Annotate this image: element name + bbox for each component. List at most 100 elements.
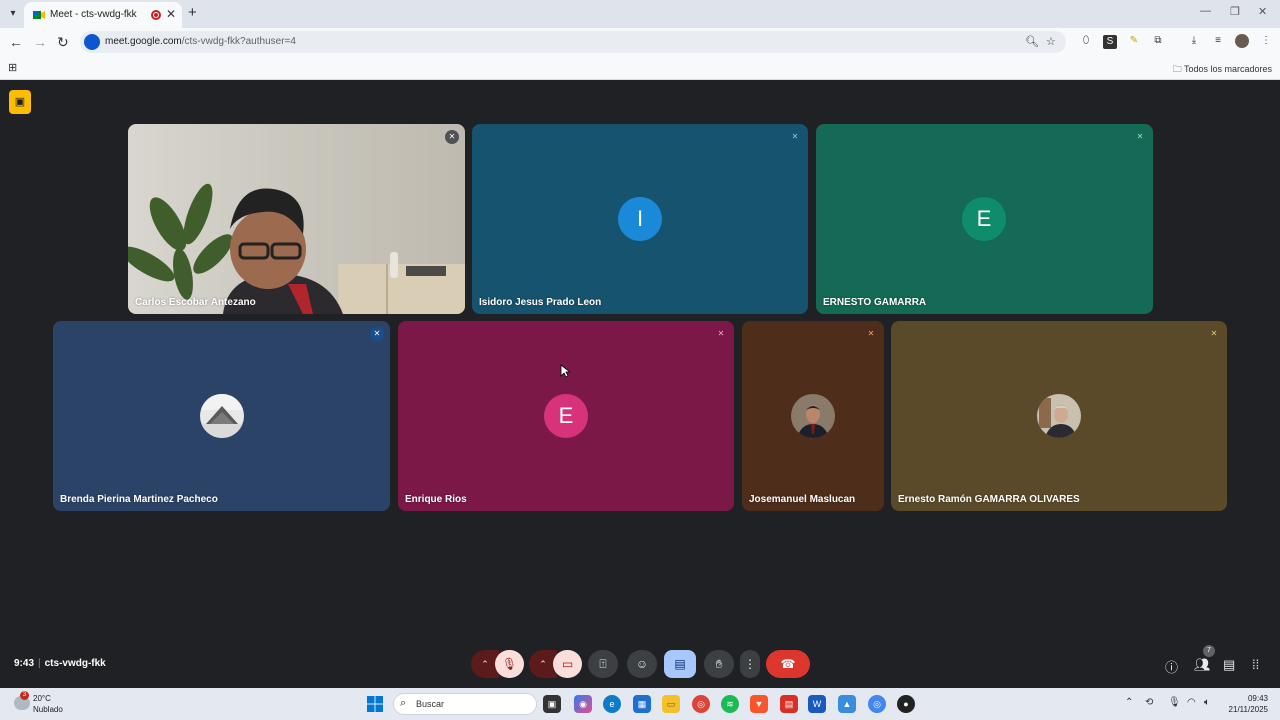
leave-call-button[interactable]: ☎ <box>766 650 810 678</box>
url-text: meet.google.com/cts-vwdg-fkk?authuser=4 <box>105 36 296 47</box>
all-bookmarks-button[interactable]: 🗀 Todos los marcadores <box>1173 62 1272 78</box>
windows-start-icon[interactable] <box>367 696 383 712</box>
participant-tile-enrique[interactable]: ✕ E Enrique Rios <box>398 321 734 511</box>
sync-icon[interactable]: ⟲ <box>1145 697 1153 708</box>
taskbar-search-box[interactable]: ⌕ Buscar <box>393 693 537 715</box>
presentation-notice-icon[interactable]: ▣ <box>9 90 31 114</box>
weather-temperature[interactable]: 20°C <box>33 694 51 703</box>
toolbar: ← → ↻ meet.google.com/cts-vwdg-fkk?authu… <box>0 28 1280 56</box>
recording-indicator-icon <box>151 10 161 20</box>
media-controls-icon[interactable]: ≡ <box>1211 34 1225 48</box>
back-button[interactable]: ← <box>9 34 23 50</box>
obs-icon[interactable]: ● <box>897 695 915 713</box>
site-info-icon[interactable] <box>84 34 100 50</box>
brave-icon[interactable]: ▼ <box>750 695 768 713</box>
chrome-icon[interactable]: ◎ <box>692 695 710 713</box>
muted-mic-icon: ✕ <box>445 130 459 144</box>
bookmark-star-icon[interactable]: ☆ <box>1046 35 1056 48</box>
minimize-button[interactable]: — <box>1200 5 1211 17</box>
mouse-cursor-icon <box>560 364 570 378</box>
more-options-button[interactable]: ⋮ <box>740 650 760 678</box>
muted-mic-icon: ✕ <box>1210 329 1218 338</box>
microphone-tray-icon[interactable]: 🎙︎ <box>1168 697 1181 708</box>
extension-icon[interactable]: ⬯ <box>1079 34 1093 48</box>
apps-grid-icon[interactable]: ⊞ <box>8 61 17 74</box>
call-controls-bar: 9:43 | cts-vwdg-fkk ⌃ 🎙︎ ⌃ ▭ ⍐ ☺ ▤ ✋︎ ⋮ ☎ … <box>0 640 1280 688</box>
microphone-toggle-button[interactable]: 🎙︎ <box>495 650 524 678</box>
raise-hand-button[interactable]: ✋︎ <box>704 650 734 678</box>
address-bar[interactable]: meet.google.com/cts-vwdg-fkk?authuser=4 … <box>80 31 1066 53</box>
participant-tile-josemanuel[interactable]: ✕ Josemanuel Maslucan <box>742 321 884 511</box>
meet-stage: ▣ ✕ Carlos Escobar Antezano ✕ I Isidoro … <box>0 81 1280 688</box>
close-tab-icon[interactable]: ✕ <box>166 7 176 21</box>
menu-kebab-icon[interactable]: ⋮ <box>1259 34 1273 48</box>
people-count-badge: 7 <box>1203 645 1215 657</box>
avatar: I <box>618 197 662 241</box>
wifi-icon[interactable]: ◠ <box>1187 697 1196 708</box>
tray-overflow-chevron-icon[interactable]: ⌃ <box>1125 697 1133 708</box>
tab-search-icon[interactable]: ▾ <box>4 5 22 23</box>
profile-avatar[interactable] <box>1235 34 1249 48</box>
download-icon[interactable]: ⤓ <box>1187 34 1201 48</box>
captions-button[interactable]: ▤ <box>664 650 696 678</box>
search-placeholder: Buscar <box>416 699 445 709</box>
spotify-icon[interactable]: ≋ <box>721 695 739 713</box>
calculator-icon[interactable]: ▦ <box>633 695 651 713</box>
avatar <box>791 394 835 438</box>
participant-name: Carlos Escobar Antezano <box>135 297 256 308</box>
participant-name: Josemanuel Maslucan <box>749 494 856 505</box>
participant-name: ERNESTO GAMARRA <box>823 297 927 308</box>
avatar <box>1037 394 1081 438</box>
meeting-details-icon[interactable]: ⓘ <box>1165 657 1178 676</box>
forward-button[interactable]: → <box>33 34 47 50</box>
highlighter-extension-icon[interactable]: ✎ <box>1127 34 1141 48</box>
zoom-icon[interactable]: 🔍︎ <box>1025 35 1039 48</box>
chrome-profile-icon[interactable]: ◎ <box>868 695 886 713</box>
windows-taskbar: 3 20°C Nublado ⌕ Buscar ▣ ◉ e ▦ ▭ ◎ ≋ ▼ … <box>0 688 1280 720</box>
participant-tile-ernesto-ramon[interactable]: ✕ Ernesto Ramón GAMARRA OLIVARES <box>891 321 1227 511</box>
meeting-info-label: 9:43 | cts-vwdg-fkk <box>14 658 106 669</box>
reload-button[interactable]: ↻ <box>57 34 69 51</box>
muted-mic-icon: ✕ <box>717 329 725 338</box>
close-window-button[interactable]: ✕ <box>1258 5 1267 18</box>
participant-name: Brenda Pierina Martinez Pacheco <box>60 494 218 505</box>
word-icon[interactable]: W <box>808 695 826 713</box>
tab-title: Meet - cts-vwdg-fkk <box>50 9 137 20</box>
meeting-time: 9:43 <box>14 658 35 669</box>
participant-name: Enrique Rios <box>405 494 467 505</box>
people-icon[interactable]: 👥︎ <box>1194 657 1211 673</box>
participant-name: Isidoro Jesus Prado Leon <box>479 297 602 308</box>
browser-tab[interactable]: Meet - cts-vwdg-fkk ✕ <box>24 2 182 28</box>
camera-toggle-button[interactable]: ▭ <box>553 650 582 678</box>
volume-muted-icon[interactable]: 🔈︎ <box>1204 697 1210 708</box>
new-tab-button[interactable]: + <box>188 4 197 21</box>
chat-icon[interactable]: ▤ <box>1223 657 1235 673</box>
extensions-puzzle-icon[interactable]: ⧉ <box>1151 34 1165 48</box>
bookmarks-bar: ⊞ 🗀 Todos los marcadores <box>0 56 1280 80</box>
participant-tile-carlos[interactable]: ✕ Carlos Escobar Antezano <box>128 124 465 314</box>
file-explorer-icon[interactable]: ▭ <box>662 695 680 713</box>
emoji-reactions-button[interactable]: ☺ <box>627 650 657 678</box>
weather-description[interactable]: Nublado <box>33 705 63 714</box>
activities-icon[interactable]: ⁞⁞ <box>1252 657 1259 672</box>
photos-icon[interactable]: ▲ <box>838 695 856 713</box>
participant-name: Ernesto Ramón GAMARRA OLIVARES <box>898 494 1080 505</box>
s-extension-icon[interactable]: S <box>1103 35 1117 49</box>
copilot-icon[interactable]: ◉ <box>574 695 592 713</box>
system-clock[interactable]: 09:43 21/11/2025 <box>1229 693 1268 715</box>
clock-date: 21/11/2025 <box>1228 705 1268 714</box>
tab-strip: ▾ Meet - cts-vwdg-fkk ✕ + — ❐ ✕ <box>0 0 1280 28</box>
pdf-reader-icon[interactable]: ▤ <box>780 695 798 713</box>
search-icon: ⌕ <box>400 697 407 709</box>
url-host: meet.google.com <box>105 36 182 47</box>
video-feed-image <box>128 183 465 314</box>
task-view-icon[interactable]: ▣ <box>543 695 561 713</box>
participant-tile-isidoro[interactable]: ✕ I Isidoro Jesus Prado Leon <box>472 124 808 314</box>
muted-mic-icon: ✕ <box>867 329 875 338</box>
edge-icon[interactable]: e <box>603 695 621 713</box>
participant-tile-ernesto-gamarra[interactable]: ✕ E ERNESTO GAMARRA <box>816 124 1153 314</box>
meet-favicon-icon <box>33 11 45 19</box>
present-screen-button[interactable]: ⍐ <box>588 650 618 678</box>
restore-button[interactable]: ❐ <box>1230 5 1240 18</box>
participant-tile-brenda[interactable]: ✕ Brenda Pierina Martinez Pacheco <box>53 321 390 511</box>
